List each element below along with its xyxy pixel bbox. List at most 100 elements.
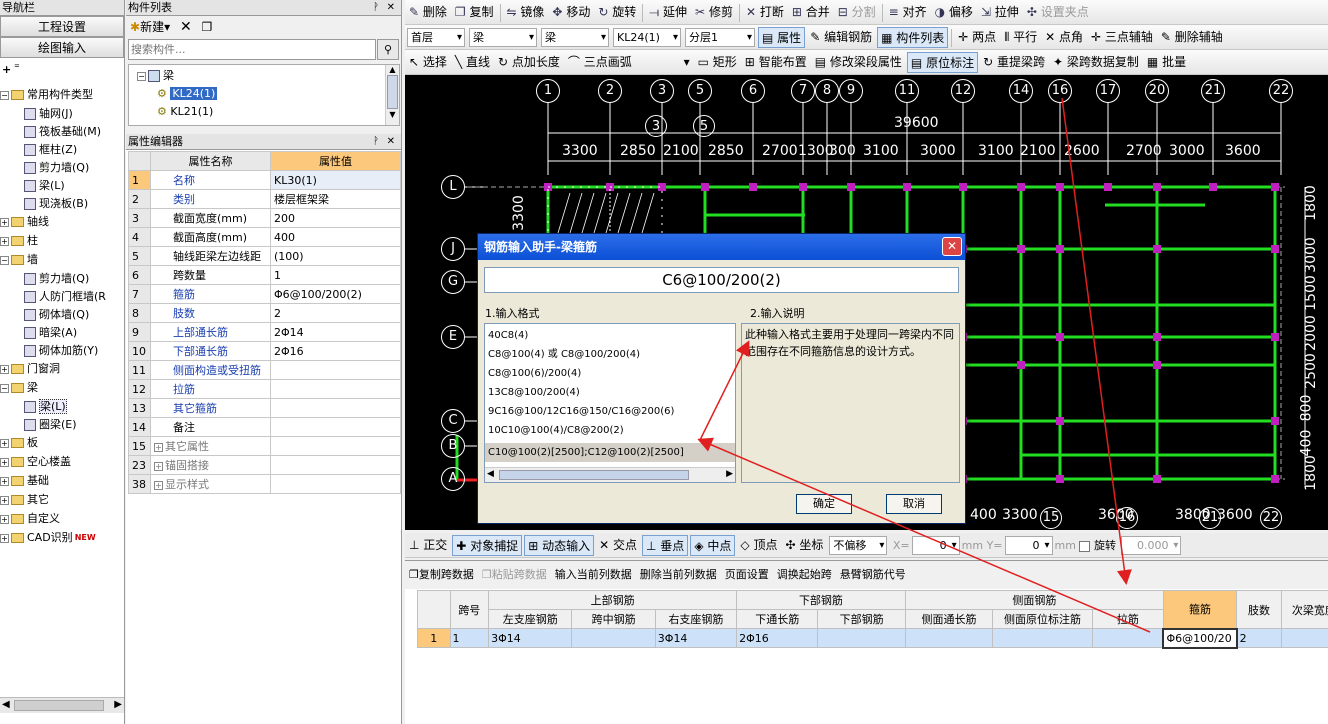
component-item[interactable]: ⚙ KL21(1) xyxy=(157,103,213,121)
nav-hscroll[interactable]: ◀ ▶ xyxy=(0,697,124,713)
side-inplace-cell[interactable] xyxy=(992,628,1093,648)
property-value[interactable]: KL30(1) xyxy=(270,170,401,190)
span-cell[interactable]: 1 xyxy=(449,628,490,648)
delete-icon[interactable]: ✕ xyxy=(180,19,192,35)
toolbar-button[interactable]: ⊞ 智能布置 xyxy=(742,52,810,73)
expand-toggle-icon[interactable]: + xyxy=(0,514,9,524)
toolbar-button[interactable]: ⇲ 拉伸 xyxy=(978,2,1022,23)
nav-tree-item[interactable]: 砌体墙(Q) xyxy=(24,306,89,324)
property-value[interactable] xyxy=(270,360,401,380)
format-item[interactable]: 40C8(4) xyxy=(485,326,735,345)
component-select[interactable]: 梁 xyxy=(469,28,537,47)
new-icon[interactable]: ✱ xyxy=(130,20,140,34)
project-settings-button[interactable]: 工程设置 xyxy=(0,16,124,37)
grid-toolbar-button[interactable]: 调换起始跨 xyxy=(777,568,832,581)
property-value[interactable]: 2Φ14 xyxy=(270,322,401,342)
nav-tree-item[interactable]: + CAD识别 NEW xyxy=(0,529,96,547)
toolbar-button[interactable]: ✕ 打断 xyxy=(743,2,787,23)
panel-pin-icon[interactable]: ᚹ xyxy=(373,0,379,15)
nav-tree-item[interactable]: 剪力墙(Q) xyxy=(24,270,89,288)
toolbar-button[interactable]: ✂ 修剪 xyxy=(692,2,736,23)
nav-tree-item[interactable]: + 基础 xyxy=(0,472,49,490)
panel-close-icon[interactable]: ✕ xyxy=(387,0,395,15)
nav-tree-item[interactable]: 砌体加筋(Y) xyxy=(24,342,98,360)
search-icon[interactable]: ⚲ xyxy=(377,39,399,60)
toolbar-button[interactable]: ✛ 三点辅轴 xyxy=(1088,27,1156,48)
property-value[interactable]: (100) xyxy=(270,246,401,266)
nav-tree-item[interactable]: 现浇板(B) xyxy=(24,195,88,213)
component-root[interactable]: − 梁 xyxy=(137,67,174,85)
rotate-input[interactable]: 0.000 xyxy=(1121,536,1182,555)
table-row[interactable]: 8 肢数 2 xyxy=(128,303,401,323)
property-value[interactable] xyxy=(270,455,401,475)
scroll-left-icon[interactable]: ◀ xyxy=(2,699,10,710)
nav-tree-item[interactable]: 梁(L) xyxy=(24,177,65,195)
property-value[interactable] xyxy=(270,474,401,494)
dialog-close-button[interactable]: ✕ xyxy=(942,237,962,256)
rotate-checkbox[interactable] xyxy=(1079,540,1091,552)
new-button[interactable]: 新建 xyxy=(140,20,164,34)
component-item[interactable]: ⚙ KL12(1) xyxy=(157,121,213,125)
panel-pin-icon[interactable]: ᚹ xyxy=(373,134,379,149)
expand-toggle-icon[interactable]: + xyxy=(0,438,9,448)
expand-toggle-icon[interactable]: + xyxy=(0,217,9,227)
left-support-cell[interactable]: 3Φ14 xyxy=(488,628,573,648)
table-row[interactable]: 3 截面宽度(mm) 200 xyxy=(128,208,401,228)
property-value[interactable] xyxy=(270,417,401,437)
copy-icon[interactable]: ❐ xyxy=(202,20,213,34)
search-input[interactable] xyxy=(128,39,376,60)
grid-toolbar-button[interactable]: 悬臂钢筋代号 xyxy=(840,568,906,581)
toolbar-button[interactable]: ▤ 属性 xyxy=(758,27,806,48)
snap-toggle[interactable]: ◈ 中点 xyxy=(690,535,736,556)
toolbar-button[interactable]: ✦ 梁跨数据复制 xyxy=(1050,52,1142,73)
nav-tree-item[interactable]: 圈梁(E) xyxy=(24,416,77,434)
toolbar-button[interactable]: ⊞ 合并 xyxy=(789,2,833,23)
property-value[interactable]: 2Φ16 xyxy=(270,341,401,361)
component-select[interactable]: 首层 xyxy=(407,28,465,47)
expand-toggle-icon[interactable]: + xyxy=(154,461,163,471)
snap-toggle[interactable]: ⊞ 动态输入 xyxy=(524,535,595,556)
nav-tree-item[interactable]: + 空心楼盖 xyxy=(0,453,71,471)
table-row[interactable]: 13 其它箍筋 xyxy=(128,398,401,418)
table-row[interactable]: 6 跨数量 1 xyxy=(128,265,401,285)
collapse-all-icon[interactable]: ⁼ xyxy=(14,61,20,74)
toolbar-button[interactable]: ↻ 旋转 xyxy=(595,2,639,23)
toolbar-button[interactable]: ⌒ 三点画弧 ▾ xyxy=(565,52,693,73)
toolbar-button[interactable]: ✕ 点角 xyxy=(1042,27,1086,48)
expand-toggle-icon[interactable]: + xyxy=(0,476,9,486)
toolbar-button[interactable]: ⫴ 平行 xyxy=(1001,27,1040,48)
format-item[interactable]: 10C10@100(4)/C8@200(2) xyxy=(485,421,735,440)
property-value[interactable]: 1 xyxy=(270,265,401,285)
toolbar-button[interactable]: ▤ 修改梁段属性 xyxy=(812,52,905,73)
nav-tree-item[interactable]: 剪力墙(Q) xyxy=(24,159,89,177)
toolbar-button[interactable]: ▦ 构件列表 xyxy=(877,27,949,48)
ok-button[interactable]: 确定 xyxy=(796,494,852,514)
property-value[interactable] xyxy=(270,436,401,456)
format-item[interactable]: C8@100(4) 或 C8@100/200(4) xyxy=(485,345,735,364)
toolbar-button[interactable]: ▦ 批量 xyxy=(1144,52,1189,73)
format-hscroll[interactable]: ◀ ▶ xyxy=(485,467,735,482)
expand-toggle-icon[interactable]: − xyxy=(0,255,9,265)
toolbar-button[interactable]: ⟞ 延伸 xyxy=(646,2,690,23)
nav-tree-item[interactable]: − 常用构件类型 xyxy=(0,86,93,104)
expand-toggle-icon[interactable]: + xyxy=(0,533,9,543)
table-row[interactable]: 10 下部通长筋 2Φ16 xyxy=(128,341,401,361)
drawing-input-button[interactable]: 绘图输入 xyxy=(0,37,124,58)
format-item[interactable]: 13C8@100/200(4) xyxy=(485,383,735,402)
toolbar-button[interactable]: ▭ 矩形 xyxy=(695,52,740,73)
table-row[interactable]: 5 轴线距梁左边线距 (100) xyxy=(128,246,401,266)
expand-toggle-icon[interactable]: + xyxy=(0,457,9,467)
toolbar-button[interactable]: ⊟ 分割 xyxy=(835,2,879,23)
expand-toggle-icon[interactable]: − xyxy=(0,90,9,100)
expand-toggle-icon[interactable]: + xyxy=(0,364,9,374)
bottom-rebar-cell[interactable] xyxy=(817,628,906,648)
table-row[interactable]: 7 箍筋 Φ6@100/200(2) xyxy=(128,284,401,304)
format-item[interactable]: C10@100(2)[2500];C12@100(2)[2500] xyxy=(485,443,735,462)
table-row[interactable]: 1 名称 KL30(1) xyxy=(128,170,401,190)
nav-tree-item[interactable]: 人防门框墙(R xyxy=(24,288,106,306)
nav-tree-item[interactable]: + 柱 xyxy=(0,232,38,250)
toolbar-button[interactable]: ◑ 偏移 xyxy=(932,2,976,23)
nav-tree-item[interactable]: + 板 xyxy=(0,434,38,452)
component-select[interactable]: 梁 xyxy=(541,28,609,47)
toolbar-button[interactable]: ↖ 选择 xyxy=(406,52,450,73)
